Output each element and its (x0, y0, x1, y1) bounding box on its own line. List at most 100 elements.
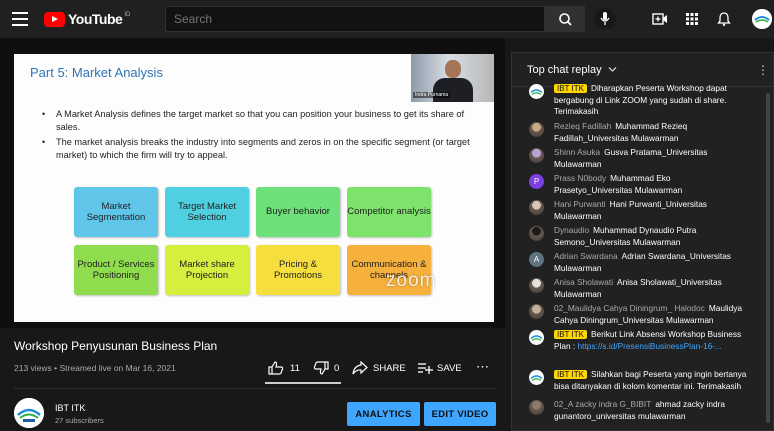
dislike-count: 0 (334, 362, 340, 374)
chat-author-name[interactable]: Anisa Sholawati (554, 277, 613, 287)
chat-header: Top chat replay ⋮ (512, 53, 774, 87)
video-title: Workshop Penyusunan Business Plan (14, 339, 218, 353)
chat-owner-badge[interactable]: IBT ITK (554, 370, 587, 379)
subscriber-count: 27 subscribers (55, 416, 104, 425)
chat-more-button[interactable]: ⋮ (757, 63, 769, 77)
voice-search-button[interactable] (594, 8, 616, 30)
logo-text: YouTube (68, 11, 123, 27)
chat-author-avatar[interactable] (529, 226, 544, 241)
more-horizontal-icon: ⋯ (476, 359, 489, 374)
live-chat-panel: Top chat replay ⋮ IBT ITK Diharapkan Pese… (511, 52, 774, 431)
chat-author-name[interactable]: 02_Maulidya Cahya Diningrum_ Halodoc (554, 303, 705, 313)
channel-name[interactable]: IBT ITK (55, 403, 85, 413)
youtube-logo[interactable]: YouTube ID (44, 11, 130, 27)
chat-author-avatar[interactable] (529, 304, 544, 319)
like-button[interactable]: 11 (268, 361, 300, 375)
chat-message: P Prass N0body Muhammad Eko Prasetyo_Unive… (529, 173, 751, 196)
chat-message: A Adrian Swardana Adrian Swardana_Universi… (529, 251, 751, 274)
share-icon (352, 361, 368, 375)
chat-author-name[interactable]: Prass N0body (554, 173, 606, 183)
slide-title: Part 5: Market Analysis (30, 65, 163, 80)
video-player[interactable]: Part 5: Market Analysis Indra Purnama A … (0, 38, 505, 328)
create-video-icon[interactable] (652, 11, 668, 27)
chat-message-body: Shinn Asuka Gusva Pratama_Universitas Mul… (554, 147, 751, 170)
chat-message: 02_A zacky indra G_BIBIT ahmad zacky indr… (529, 399, 751, 422)
menu-icon[interactable] (12, 12, 28, 26)
chat-author-avatar[interactable]: A (529, 252, 544, 267)
ibt-logo-icon (752, 9, 772, 29)
chat-author-avatar[interactable] (529, 148, 544, 163)
slide-box: Product / Services Positioning (74, 245, 158, 295)
chat-author-name[interactable]: 02_A zacky indra G_BIBIT (554, 399, 651, 409)
notifications-bell-icon[interactable] (716, 11, 732, 27)
chat-message: Hani Purwanti Hani Purwanti_Universitas M… (529, 199, 751, 222)
like-ratio-fill (265, 382, 341, 384)
ibt-logo-icon (530, 335, 543, 341)
slide-bullet: The market analysis breaks the industry … (42, 136, 472, 161)
dislike-button[interactable]: 0 (313, 361, 339, 375)
more-vertical-icon: ⋮ (757, 63, 769, 77)
chat-author-avatar[interactable] (529, 200, 544, 215)
chat-author-avatar[interactable] (529, 400, 544, 415)
chat-message-body: IBT ITK Berikut Link Absensi Workshop Bus… (554, 329, 751, 352)
chat-author-name[interactable]: Rezieq Fadillah (554, 121, 611, 131)
slide-box: Market share Projection (165, 245, 249, 295)
chat-author-name[interactable]: Adrian Swardana (554, 251, 618, 261)
slide-box: Buyer behavior (256, 187, 340, 237)
chat-author-avatar[interactable] (529, 84, 544, 99)
divider (14, 388, 496, 389)
analytics-button[interactable]: ANALYTICS (347, 402, 420, 426)
chat-message-body: 02_Maulidya Cahya Diningrum_ Halodoc Maul… (554, 303, 751, 326)
share-label: SHARE (373, 362, 406, 374)
search-button[interactable] (545, 6, 585, 32)
speaker-head (445, 60, 461, 78)
chat-title: Top chat replay (527, 64, 602, 76)
chat-message-body: Prass N0body Muhammad Eko Prasetyo_Univer… (554, 173, 751, 196)
chat-author-avatar[interactable]: P (529, 174, 544, 189)
channel-avatar[interactable] (14, 398, 44, 428)
apps-grid-icon[interactable] (684, 11, 700, 27)
youtube-play-icon (44, 11, 65, 27)
chat-author-avatar[interactable] (529, 330, 544, 345)
chat-message-body: Dynaudio Muhammad Dynaudio Putra Semono_U… (554, 225, 751, 248)
chat-author-avatar[interactable] (529, 278, 544, 293)
chat-owner-badge[interactable]: IBT ITK (554, 330, 587, 339)
chat-message-link[interactable]: https://s.id/PresensiBusinessPlan-16-... (575, 341, 722, 351)
chat-scrollbar[interactable] (766, 93, 770, 423)
like-count: 11 (290, 362, 300, 374)
chat-owner-badge[interactable]: IBT ITK (554, 84, 587, 93)
thumbs-down-icon (313, 361, 329, 375)
account-avatar[interactable] (752, 9, 772, 29)
add-to-playlist-icon (418, 363, 433, 374)
microphone-icon (600, 12, 610, 25)
chat-author-avatar[interactable] (529, 122, 544, 137)
ibt-logo-icon (530, 89, 543, 95)
chat-message-body: Rezieq Fadillah Muhammad Rezieq Fadillah_… (554, 121, 751, 144)
region-code: ID (124, 12, 131, 18)
chat-mode-dropdown[interactable]: Top chat replay (527, 64, 617, 76)
ibt-logo-icon (14, 398, 44, 428)
chat-message-body: IBT ITK Diharapkan Peserta Workshop dapat… (554, 83, 751, 118)
chat-author-name[interactable]: Hani Purwanti (554, 199, 606, 209)
chat-author-avatar[interactable] (529, 370, 544, 385)
chat-message-body: Anisa Sholawati Anisa Sholawati_Universit… (554, 277, 751, 300)
top-bar: YouTube ID (0, 0, 774, 38)
slide-bullets: A Market Analysis defines the target mar… (42, 108, 472, 164)
zoom-watermark: zoom (386, 270, 437, 291)
more-actions-button[interactable]: ⋯ (476, 359, 489, 375)
save-label: SAVE (437, 362, 462, 374)
slide-box: Target Market Selection (165, 187, 249, 237)
slide-bullet: A Market Analysis defines the target mar… (42, 108, 472, 133)
chat-author-name[interactable]: Shinn Asuka (554, 147, 600, 157)
speaker-body (433, 78, 473, 102)
chat-author-name[interactable]: Dynaudio (554, 225, 589, 235)
search-input[interactable] (165, 6, 545, 32)
ibt-logo-icon (530, 375, 543, 381)
save-button[interactable]: SAVE (417, 361, 462, 375)
share-button[interactable]: SHARE (352, 361, 406, 375)
video-meta: 213 views • Streamed live on Mar 16, 202… (14, 363, 176, 373)
chat-message: Rezieq Fadillah Muhammad Rezieq Fadillah_… (529, 121, 751, 144)
chat-message: IBT ITK Diharapkan Peserta Workshop dapat… (529, 83, 751, 118)
edit-video-button[interactable]: EDIT VIDEO (424, 402, 496, 426)
chat-message-body: Hani Purwanti Hani Purwanti_Universitas M… (554, 199, 751, 222)
